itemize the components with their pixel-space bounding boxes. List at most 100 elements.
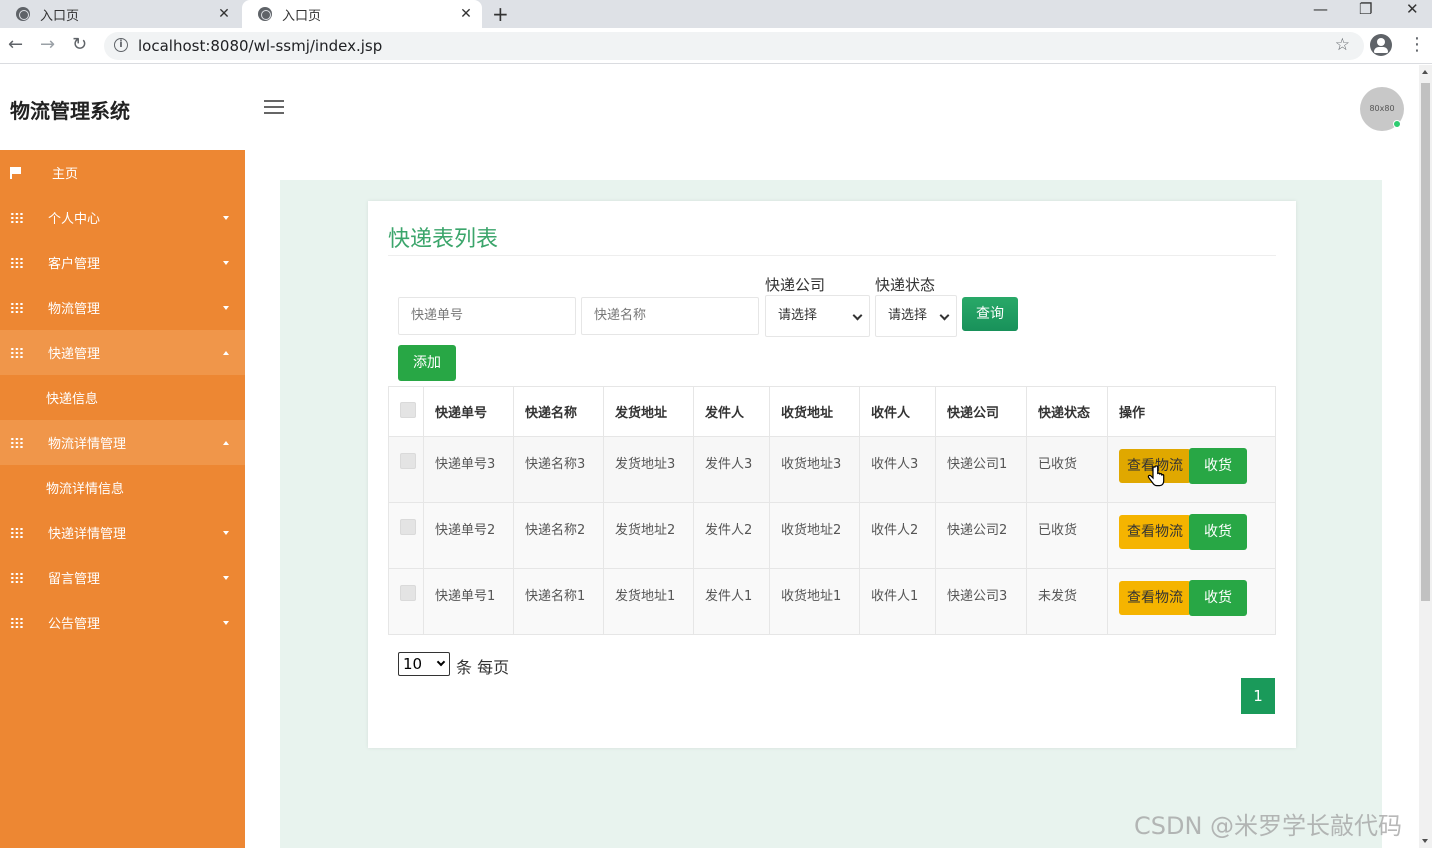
scroll-down-arrow-icon[interactable] — [1422, 839, 1428, 843]
chevron-down-icon — [939, 310, 950, 321]
tab-title: 入口页 — [282, 8, 322, 24]
browser-tab[interactable]: 入口页 ✕ — [0, 0, 240, 28]
receive-button[interactable]: 收货 — [1189, 448, 1247, 484]
caret-down-icon — [223, 305, 229, 310]
column-header[interactable]: 快递名称 — [513, 386, 604, 437]
window-close-button[interactable]: ✕ — [1406, 0, 1419, 18]
row-select-cell — [388, 568, 424, 635]
forward-button[interactable]: → — [40, 34, 55, 55]
page-size-value: 10 — [403, 655, 423, 673]
url-text[interactable]: localhost:8080/wl-ssmj/index.jsp — [138, 37, 382, 55]
sidebar-item-home[interactable]: 主页 — [0, 150, 245, 195]
row-checkbox[interactable] — [400, 453, 416, 469]
express-table: 快递单号 快递名称 发货地址 发件人 收货地址 收件人 快递公司 快递状态 操作… — [388, 386, 1276, 635]
app-header: 物流管理系统 80x80 — [0, 65, 1419, 150]
sidebar-item-label: 快递详情管理 — [48, 527, 127, 542]
column-header[interactable]: 快递单号 — [423, 386, 514, 437]
sidebar-item-logistics-management[interactable]: 物流管理 — [0, 285, 245, 330]
sidebar-item-customer-management[interactable]: 客户管理 — [0, 240, 245, 285]
sidebar-item-personal-center[interactable]: 个人中心 — [0, 195, 245, 240]
grid-icon — [10, 437, 24, 448]
page-size-select[interactable]: 10 — [398, 652, 450, 676]
url-field[interactable]: i localhost:8080/wl-ssmj/index.jsp ☆ — [104, 32, 1364, 60]
vertical-scrollbar[interactable] — [1419, 65, 1432, 848]
hamburger-menu-icon[interactable] — [264, 100, 284, 116]
sidebar-item-express-management[interactable]: 快递管理 — [0, 330, 245, 375]
company-select[interactable]: 请选择 — [765, 295, 870, 337]
column-header[interactable]: 快递公司 — [935, 386, 1027, 437]
sidebar-item-notice-management[interactable]: 公告管理 — [0, 600, 245, 645]
flag-icon — [10, 166, 22, 179]
view-logistics-button[interactable]: 查看物流 — [1119, 581, 1191, 615]
cell-company: 快递公司1 — [935, 436, 1027, 503]
cell-status: 已收货 — [1026, 502, 1108, 569]
avatar[interactable]: 80x80 — [1360, 87, 1404, 131]
reload-button[interactable]: ↻ — [72, 34, 87, 55]
cell-receiver: 收件人1 — [859, 568, 936, 635]
sidebar-item-message-management[interactable]: 留言管理 — [0, 555, 245, 600]
select-all-checkbox[interactable] — [400, 401, 416, 418]
column-header[interactable]: 收件人 — [859, 386, 936, 437]
caret-down-icon — [223, 260, 229, 265]
add-button[interactable]: 添加 — [398, 345, 456, 381]
column-header[interactable]: 快递状态 — [1026, 386, 1108, 437]
receive-button[interactable]: 收货 — [1189, 580, 1247, 616]
express-name-input[interactable]: 快递名称 — [581, 297, 759, 335]
cell-from-address: 发货地址2 — [603, 502, 694, 569]
per-page-label: 条 每页 — [456, 658, 510, 677]
new-tab-button[interactable]: + — [492, 2, 509, 26]
sidebar-subitem-logistics-detail-info[interactable]: 物流详情信息 — [0, 465, 245, 510]
bookmark-star-icon[interactable]: ☆ — [1335, 35, 1350, 55]
cell-name: 快递名称3 — [513, 436, 604, 503]
profile-icon[interactable] — [1370, 34, 1392, 56]
grid-icon — [10, 257, 24, 268]
column-header[interactable]: 收货地址 — [769, 386, 860, 437]
row-select-cell — [388, 436, 424, 503]
cell-to-address: 收货地址1 — [769, 568, 860, 635]
cell-to-address: 收货地址2 — [769, 502, 860, 569]
sidebar-item-label: 快递管理 — [48, 347, 101, 362]
receive-button[interactable]: 收货 — [1189, 514, 1247, 550]
table-row: 快递单号3 快递名称3 发货地址3 发件人3 收货地址3 收件人3 快递公司1 … — [388, 436, 1276, 503]
table-row: 快递单号2 快递名称2 发货地址2 发件人2 收货地址2 收件人2 快递公司2 … — [388, 502, 1276, 569]
column-header: 操作 — [1107, 386, 1276, 437]
back-button[interactable]: ← — [8, 34, 23, 55]
browser-menu-icon[interactable]: ⋮ — [1408, 34, 1426, 55]
site-info-icon[interactable]: i — [114, 38, 128, 52]
status-select-value: 请选择 — [888, 308, 928, 323]
sidebar-item-express-detail-management[interactable]: 快递详情管理 — [0, 510, 245, 555]
sidebar-item-label: 公告管理 — [48, 617, 101, 632]
sidebar-item-logistics-detail-management[interactable]: 物流详情管理 — [0, 420, 245, 465]
cell-status: 已收货 — [1026, 436, 1108, 503]
status-select[interactable]: 请选择 — [875, 295, 957, 337]
column-header[interactable]: 发件人 — [693, 386, 770, 437]
scroll-up-arrow-icon[interactable] — [1422, 70, 1428, 74]
tab-close-icon[interactable]: ✕ — [214, 6, 234, 22]
view-logistics-button[interactable]: 查看物流 — [1119, 515, 1191, 549]
minimize-button[interactable]: — — [1313, 0, 1328, 18]
row-checkbox[interactable] — [400, 519, 416, 535]
page-button-current[interactable]: 1 — [1241, 678, 1275, 714]
mouse-pointer-hand-icon — [1147, 465, 1165, 487]
browser-tab-active[interactable]: 入口页 ✕ — [242, 0, 482, 28]
company-select-value: 请选择 — [778, 308, 818, 323]
table-row: 快递单号1 快递名称1 发货地址1 发件人1 收货地址1 收件人1 快递公司3 … — [388, 568, 1276, 635]
tab-close-icon[interactable]: ✕ — [456, 6, 476, 22]
app: 物流管理系统 80x80 主页 个人中心 客户管理 物流管理 快递管理 快递信息… — [0, 65, 1419, 848]
app-title: 物流管理系统 — [10, 99, 130, 123]
row-checkbox[interactable] — [400, 585, 416, 601]
cell-from-address: 发货地址3 — [603, 436, 694, 503]
cell-receiver: 收件人2 — [859, 502, 936, 569]
row-select-cell — [388, 502, 424, 569]
restore-button[interactable]: ❐ — [1359, 0, 1372, 18]
column-header[interactable]: 发货地址 — [603, 386, 694, 437]
scrollbar-thumb[interactable] — [1421, 83, 1430, 601]
tracking-number-input[interactable]: 快递单号 — [398, 297, 576, 335]
status-filter-label: 快递状态 — [875, 276, 936, 294]
cell-receiver: 收件人3 — [859, 436, 936, 503]
sidebar-subitem-express-info[interactable]: 快递信息 — [0, 375, 245, 420]
search-button[interactable]: 查询 — [962, 297, 1018, 331]
cell-name: 快递名称2 — [513, 502, 604, 569]
cell-actions: 查看物流收货 — [1107, 436, 1276, 503]
sidebar-item-label: 客户管理 — [48, 257, 101, 272]
